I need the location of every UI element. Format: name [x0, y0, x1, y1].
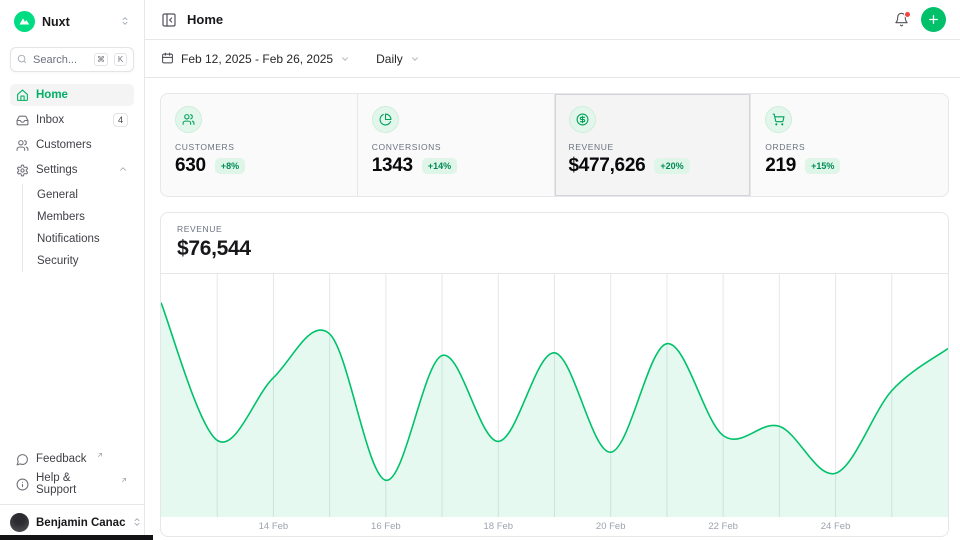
header-actions [894, 7, 946, 32]
users-icon [16, 139, 29, 152]
nuxt-logo-icon [14, 11, 35, 32]
x-tick-label: 22 Feb [708, 521, 738, 532]
chevron-down-icon [340, 54, 350, 64]
stat-label: CONVERSIONS [372, 142, 540, 152]
sidebar-item-settings[interactable]: Settings [10, 159, 134, 181]
stat-delta-badge: +8% [215, 158, 245, 174]
content-area: CUSTOMERS 630 +8% CONVERSIONS 1343 +14% [145, 78, 960, 540]
stat-value: $477,626 [569, 155, 646, 177]
chat-bubble-icon [16, 453, 29, 466]
notification-dot [904, 11, 911, 18]
chevrons-up-down-icon [132, 514, 142, 532]
sidebar-item-general[interactable]: General [23, 184, 134, 206]
chevron-down-icon [410, 54, 420, 64]
sidebar-item-label: Home [36, 89, 68, 101]
chart-canvas [161, 274, 948, 517]
page-title: Home [187, 12, 223, 27]
stat-card-orders[interactable]: ORDERS 219 +15% [751, 94, 948, 196]
filter-toolbar: Feb 12, 2025 - Feb 26, 2025 Daily [145, 40, 960, 78]
chart-header: REVENUE $76,544 [161, 213, 948, 273]
sidebar-item-members[interactable]: Members [23, 206, 134, 228]
date-range-picker[interactable]: Feb 12, 2025 - Feb 26, 2025 [161, 52, 350, 66]
x-tick-label: 14 Feb [259, 521, 289, 532]
sidebar-footer: Feedback Help & Support [0, 448, 144, 504]
external-link-icon [120, 475, 128, 487]
chevrons-up-down-icon [120, 13, 130, 31]
inbox-icon [16, 114, 29, 127]
search-input[interactable]: Search... ⌘ K [10, 47, 134, 72]
help-support-link[interactable]: Help & Support [10, 473, 134, 495]
stat-card-revenue[interactable]: REVENUE $477,626 +20% [555, 94, 752, 196]
notifications-button[interactable] [894, 12, 909, 27]
x-tick-label: 20 Feb [596, 521, 626, 532]
sidebar-item-label: Inbox [36, 114, 64, 126]
chart-label: REVENUE [177, 224, 932, 234]
sidebar: Nuxt Search... ⌘ K Home [0, 0, 145, 540]
info-circle-icon [16, 478, 29, 491]
sidebar-item-label: Customers [36, 139, 92, 151]
sidebar-item-home[interactable]: Home [10, 84, 134, 106]
dashboard-app: Nuxt Search... ⌘ K Home [0, 0, 960, 540]
workspace-name: Nuxt [42, 15, 70, 29]
stat-delta-badge: +14% [422, 158, 457, 174]
cart-icon [765, 106, 792, 133]
dollar-circle-icon [569, 106, 596, 133]
calendar-icon [161, 52, 174, 65]
sidebar-item-customers[interactable]: Customers [10, 134, 134, 156]
sidebar-item-security[interactable]: Security [23, 250, 134, 272]
revenue-area-chart[interactable] [161, 273, 948, 517]
x-tick-label: 16 Feb [371, 521, 401, 532]
pie-chart-icon [372, 106, 399, 133]
page-header: Home [145, 0, 960, 40]
stat-value: 219 [765, 155, 796, 177]
inbox-count-badge: 4 [113, 113, 128, 127]
period-value: Daily [376, 52, 403, 66]
x-tick-label: 24 Feb [821, 521, 851, 532]
add-button[interactable] [921, 7, 946, 32]
sidebar-spacer [0, 274, 144, 448]
chart-value: $76,544 [177, 237, 932, 261]
stat-delta-badge: +15% [805, 158, 840, 174]
external-link-icon [96, 450, 104, 462]
stat-value: 1343 [372, 155, 413, 177]
sidebar-item-inbox[interactable]: Inbox 4 [10, 109, 134, 131]
search-icon [17, 51, 27, 69]
gear-icon [16, 164, 29, 177]
sidebar-item-label: Settings [36, 164, 78, 176]
revenue-chart-card: REVENUE $76,544 14 Feb 16 Feb 18 Feb 20 Feb… [160, 212, 949, 537]
settings-children: General Members Notifications Security [22, 184, 134, 272]
sidebar-item-notifications[interactable]: Notifications [23, 228, 134, 250]
workspace-switcher[interactable]: Nuxt [10, 9, 134, 34]
x-axis: 14 Feb 16 Feb 18 Feb 20 Feb 22 Feb 24 Feb [161, 517, 948, 536]
stat-value: 630 [175, 155, 206, 177]
user-name: Benjamin Canac [36, 517, 125, 529]
avatar [10, 513, 29, 532]
period-select[interactable]: Daily [376, 52, 420, 66]
x-tick-label: 18 Feb [483, 521, 513, 532]
stats-row: CUSTOMERS 630 +8% CONVERSIONS 1343 +14% [160, 93, 949, 197]
home-icon [16, 89, 29, 102]
sidebar-collapse-button[interactable] [161, 12, 177, 28]
users-icon [175, 106, 202, 133]
main-panel: Home Feb 12, 2025 - Feb 26, 2025 [145, 0, 960, 540]
search-placeholder: Search... [33, 54, 88, 66]
sidebar-nav: Home Inbox 4 Customers Settings [0, 76, 144, 274]
stat-label: REVENUE [569, 142, 737, 152]
stat-card-conversions[interactable]: CONVERSIONS 1343 +14% [358, 94, 555, 196]
bottom-strip [0, 535, 153, 540]
stat-label: ORDERS [765, 142, 934, 152]
footer-link-label: Feedback [36, 453, 87, 465]
kbd-cmd: ⌘ [94, 53, 108, 66]
stat-card-customers[interactable]: CUSTOMERS 630 +8% [161, 94, 358, 196]
chevron-up-icon [118, 164, 128, 177]
kbd-k: K [114, 53, 127, 66]
date-range-value: Feb 12, 2025 - Feb 26, 2025 [181, 52, 333, 66]
stat-label: CUSTOMERS [175, 142, 343, 152]
footer-link-label: Help & Support [36, 472, 111, 496]
stat-delta-badge: +20% [654, 158, 689, 174]
feedback-link[interactable]: Feedback [10, 448, 134, 470]
